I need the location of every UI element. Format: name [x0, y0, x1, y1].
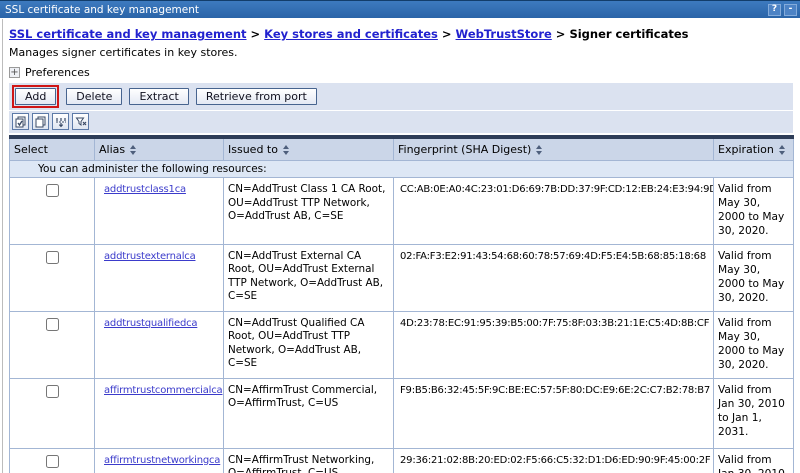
breadcrumb-link-key-stores[interactable]: Key stores and certificates: [264, 27, 438, 41]
breadcrumb: SSL certificate and key management > Key s…: [9, 27, 793, 41]
table-caption-row: You can administer the following resourc…: [9, 160, 794, 178]
issued-to-cell: CN=AddTrust Qualified CA Root, OU=AddTru…: [223, 310, 394, 379]
sort-icon[interactable]: [130, 144, 137, 155]
breadcrumb-link-webtruststore[interactable]: WebTrustStore: [456, 27, 552, 41]
table-row: affirmtrustcommercialca CN=AffirmTrust C…: [9, 377, 794, 449]
alias-link[interactable]: addtrustclass1ca: [104, 184, 186, 195]
row-checkbox[interactable]: [45, 384, 59, 398]
issued-to-cell: CN=AddTrust External CA Root, OU=AddTrus…: [223, 243, 394, 312]
row-checkbox[interactable]: [45, 317, 59, 331]
breadcrumb-current-signer-certificates: Signer certificates: [569, 27, 689, 41]
add-button-red-highlight: Add: [12, 85, 60, 108]
select-all-icon[interactable]: [12, 113, 29, 130]
breadcrumb-link-ssl-cert-management[interactable]: SSL certificate and key management: [9, 27, 247, 41]
issued-to-cell: CN=AffirmTrust Networking, O=AffirmTrust…: [223, 447, 394, 473]
clear-filter-icon[interactable]: [72, 113, 89, 130]
issued-to-cell: CN=AffirmTrust Commercial, O=AffirmTrust…: [223, 377, 394, 449]
expand-icon[interactable]: +: [9, 67, 20, 78]
expiration-cell: Valid from May 30, 2000 to May 30, 2020.: [713, 177, 794, 245]
expiration-cell: Valid from May 30, 2000 to May 30, 2020.: [713, 243, 794, 312]
fingerprint-cell: 4D:23:78:EC:91:95:39:B5:00:7F:75:8F:03:3…: [393, 310, 714, 379]
table-button-bar: Add Delete Extract Retrieve from port: [9, 83, 793, 111]
row-checkbox[interactable]: [45, 454, 59, 468]
breadcrumb-separator: >: [250, 27, 261, 41]
fingerprint-cell: 29:36:21:02:8B:20:ED:02:F5:66:C5:32:D1:D…: [393, 447, 714, 473]
window-title: SSL certificate and key management: [5, 3, 199, 16]
sort-icon[interactable]: [778, 144, 785, 155]
row-checkbox[interactable]: [45, 250, 59, 264]
help-icon[interactable]: ?: [768, 3, 781, 16]
fingerprint-cell: CC:AB:0E:A0:4C:23:01:D6:69:7B:DD:37:9F:C…: [393, 177, 714, 245]
column-header-alias[interactable]: Alias: [94, 136, 224, 161]
deselect-all-icon[interactable]: [32, 113, 49, 130]
sort-icon[interactable]: [536, 144, 543, 155]
ssl-cert-key-management-window: SSL certificate and key management ? - S…: [0, 0, 800, 473]
page-description: Manages signer certificates in key store…: [9, 46, 238, 59]
table-row: addtrustclass1ca CN=AddTrust Class 1 CA …: [9, 177, 794, 245]
expiration-cell: Valid from Jan 30, 2010 to Jan 1, 2031.: [713, 377, 794, 449]
expiration-cell: Valid from Jan 30, 2010 to Jan 1, 2031.: [713, 447, 794, 473]
titlebar-controls: ? -: [768, 3, 797, 16]
preferences-label: Preferences: [25, 66, 90, 79]
fingerprint-cell: 02:FA:F3:E2:91:43:54:68:60:78:57:69:4D:F…: [393, 243, 714, 312]
alias-link[interactable]: addtrustqualifiedca: [104, 318, 198, 329]
preferences-toggle[interactable]: + Preferences: [9, 66, 793, 79]
table-row: affirmtrustnetworkingca CN=AffirmTrust N…: [9, 447, 794, 473]
alias-link[interactable]: addtrustexternalca: [104, 251, 196, 262]
table-row: addtrustexternalca CN=AddTrust External …: [9, 243, 794, 312]
alias-link[interactable]: affirmtrustcommercialca: [104, 385, 223, 396]
issued-to-cell: CN=AddTrust Class 1 CA Root, OU=AddTrust…: [223, 177, 394, 245]
page-left-border: [2, 19, 3, 473]
fingerprint-cell: F9:B5:B6:32:45:5F:9C:BE:EC:57:5F:80:DC:E…: [393, 377, 714, 449]
retrieve-from-port-button[interactable]: Retrieve from port: [195, 88, 317, 105]
breadcrumb-separator: >: [441, 27, 452, 41]
row-checkbox[interactable]: [45, 184, 59, 197]
show-filter-icon[interactable]: [52, 113, 69, 130]
table-caption: You can administer the following resourc…: [9, 160, 794, 178]
column-header-expiration[interactable]: Expiration: [713, 136, 794, 161]
expiration-cell: Valid from May 30, 2000 to May 30, 2020.: [713, 310, 794, 379]
page-content: SSL certificate and key management > Key s…: [0, 27, 800, 473]
table-icon-bar: [9, 111, 793, 133]
column-header-select: Select: [9, 136, 95, 161]
delete-button[interactable]: Delete: [66, 88, 123, 105]
signer-certificates-table: Select Alias Issued to Fingerprint (SHA …: [9, 135, 794, 473]
minimize-icon[interactable]: -: [784, 3, 797, 16]
breadcrumb-separator: >: [555, 27, 566, 41]
column-header-issued-to[interactable]: Issued to: [223, 136, 394, 161]
table-header-row: Select Alias Issued to Fingerprint (SHA …: [9, 136, 794, 161]
sort-icon[interactable]: [282, 144, 289, 155]
alias-link[interactable]: affirmtrustnetworkingca: [104, 455, 220, 466]
extract-button[interactable]: Extract: [129, 88, 189, 105]
table-row: addtrustqualifiedca CN=AddTrust Qualifie…: [9, 310, 794, 379]
add-button[interactable]: Add: [15, 88, 57, 105]
window-titlebar: SSL certificate and key management ? -: [0, 0, 800, 18]
column-header-fingerprint[interactable]: Fingerprint (SHA Digest): [393, 136, 714, 161]
